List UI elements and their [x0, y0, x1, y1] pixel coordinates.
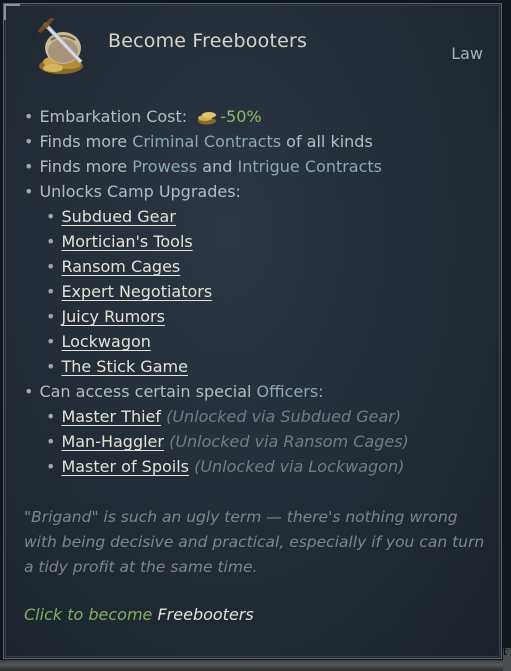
background-ui-strip [0, 660, 511, 671]
subdued-gear-link[interactable]: Subdued Gear [61, 207, 175, 226]
morticians-tools-link[interactable]: Mortician's Tools [61, 232, 192, 251]
footer-target-label: Freebooters [157, 605, 254, 624]
tooltip-title: Become Freebooters [108, 30, 308, 52]
juicy-rumors-link[interactable]: Juicy Rumors [61, 307, 164, 326]
effect-prowess-intrigue: • Finds more Prowess and Intrigue Contrac… [24, 157, 383, 176]
prowess-link[interactable]: Prowess [132, 157, 197, 176]
officers-link[interactable]: Officers: [257, 382, 324, 401]
camp-upgrade-item: • Juicy Rumors [46, 307, 165, 326]
click-to-become-prompt[interactable]: Click to become Freebooters [24, 605, 254, 624]
category-label: Law [451, 44, 483, 63]
master-of-spoils-link[interactable]: Master of Spoils [61, 457, 189, 476]
sword-and-gold-coins-icon [37, 18, 83, 74]
effects-list: • Embarkation Cost: -50% • Finds more Crim… [24, 104, 494, 479]
expert-negotiators-link[interactable]: Expert Negotiators [61, 282, 212, 301]
officer-item: • Master of Spoils (Unlocked via Lockwago… [46, 457, 405, 476]
man-haggler-link[interactable]: Man-Haggler [61, 432, 164, 451]
footer-action-label: Click to become [24, 605, 153, 624]
effect-criminal-contracts: • Finds more Criminal Contracts of all ki… [24, 132, 373, 151]
flavor-text: "Brigand" is such an ugly term — there's… [24, 508, 485, 576]
officer-unlock-note: (Unlocked via Subdued Gear) [166, 407, 402, 426]
the-stick-game-link[interactable]: The Stick Game [61, 357, 188, 376]
camp-upgrade-item: • Subdued Gear [46, 207, 176, 226]
officer-item: • Man-Haggler (Unlocked via Ransom Cages) [46, 432, 409, 451]
officer-unlock-note: (Unlocked via Ransom Cages) [169, 432, 409, 451]
effect-camp-upgrades: • Unlocks Camp Upgrades: [24, 182, 241, 201]
ransom-cages-link[interactable]: Ransom Cages [61, 257, 180, 276]
effect-special-officers: • Can access certain special Officers: [24, 382, 324, 401]
effect-embarkation-cost: • Embarkation Cost: -50% [24, 107, 262, 126]
camp-upgrade-item: • The Stick Game [46, 357, 188, 376]
lockwagon-link[interactable]: Lockwagon [61, 332, 150, 351]
officer-unlock-note: (Unlocked via Lockwagon) [194, 457, 405, 476]
bullet: • [24, 107, 34, 126]
officer-item: • Master Thief (Unlocked via Subdued Gear… [46, 407, 402, 426]
intrigue-contracts-link[interactable]: Intrigue Contracts [237, 157, 382, 176]
camp-upgrade-item: • Mortician's Tools [46, 232, 193, 251]
gold-coins-icon [198, 112, 217, 125]
master-thief-link[interactable]: Master Thief [61, 407, 161, 426]
background-ui-edge: t [503, 648, 511, 671]
criminal-contracts-link[interactable]: Criminal Contracts [132, 132, 281, 151]
camp-upgrade-item: • Ransom Cages [46, 257, 181, 276]
camp-upgrade-item: • Lockwagon [46, 332, 151, 351]
camp-upgrade-item: • Expert Negotiators [46, 282, 213, 301]
frame-corner [4, 4, 20, 20]
embarkation-cost-value: -50% [220, 107, 262, 126]
